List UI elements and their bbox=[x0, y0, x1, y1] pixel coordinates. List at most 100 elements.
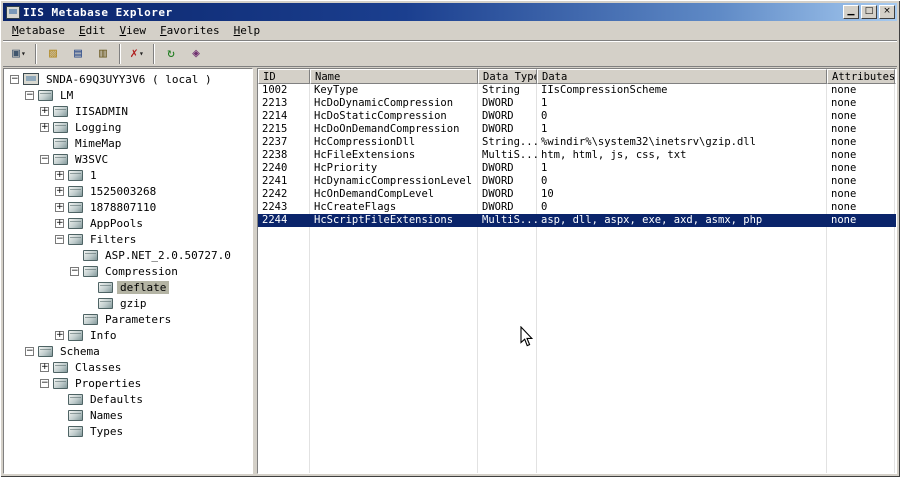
menu-help[interactable]: Help bbox=[227, 22, 268, 40]
collapse-icon[interactable]: − bbox=[40, 378, 49, 388]
tree-item-label[interactable]: Compression bbox=[102, 265, 181, 278]
table-row-2243[interactable]: 2243 HcCreateFlags DWORD 0 none bbox=[258, 201, 896, 214]
tree-item-label[interactable]: LM bbox=[57, 89, 76, 102]
tree-item-label[interactable]: 1525003268 bbox=[87, 185, 159, 198]
tree-item-deflate[interactable]: deflate bbox=[6, 279, 252, 295]
cell-data-type: String bbox=[482, 84, 520, 96]
collapse-icon[interactable]: − bbox=[55, 234, 64, 244]
tree-item-label[interactable]: Parameters bbox=[102, 313, 174, 326]
menu-metabase[interactable]: Metabase bbox=[5, 22, 72, 40]
new-key-button[interactable]: ▨ bbox=[41, 43, 65, 65]
tree-item-label[interactable]: MimeMap bbox=[72, 137, 124, 150]
cell-id: 2238 bbox=[262, 149, 288, 161]
tree-item-defaults[interactable]: Defaults bbox=[6, 391, 252, 407]
refresh-button[interactable]: ↻ bbox=[159, 43, 183, 65]
tree-item-1878807110[interactable]: +1878807110 bbox=[6, 199, 252, 215]
tree-item-label[interactable]: Classes bbox=[72, 361, 124, 374]
network-button[interactable]: ◈ bbox=[184, 43, 208, 65]
column-header-data[interactable]: Data bbox=[537, 69, 827, 84]
cell-data: asp, dll, aspx, exe, axd, asmx, php bbox=[541, 214, 763, 226]
tree-item-iisadmin[interactable]: + IISADMIN bbox=[6, 103, 252, 119]
collapse-icon[interactable]: − bbox=[70, 266, 79, 276]
tree-item-info[interactable]: + Info bbox=[6, 327, 252, 343]
tree-item-label[interactable]: ASP.NET_2.0.50727.0 bbox=[102, 249, 234, 262]
delete-button[interactable]: ✗ ▾ bbox=[125, 43, 149, 65]
column-header-id[interactable]: ID bbox=[258, 69, 310, 84]
expand-icon[interactable]: + bbox=[55, 330, 64, 340]
expand-icon[interactable]: + bbox=[40, 122, 49, 132]
table-row-2240[interactable]: 2240 HcPriority DWORD 1 none bbox=[258, 162, 896, 175]
collapse-icon[interactable]: − bbox=[25, 90, 34, 100]
tree-item-parameters[interactable]: Parameters bbox=[6, 311, 252, 327]
tree-item-label[interactable]: Properties bbox=[72, 377, 144, 390]
tree-item-mimemap[interactable]: MimeMap bbox=[6, 135, 252, 151]
tree-item-label[interactable]: SNDA-69Q3UYY3V6 ( local ) bbox=[43, 73, 215, 86]
tree-item-label[interactable]: Info bbox=[87, 329, 120, 342]
table-row-2214[interactable]: 2214 HcDoStaticCompression DWORD 0 none bbox=[258, 110, 896, 123]
tree-item-compression[interactable]: − Compression bbox=[6, 263, 252, 279]
expand-icon[interactable]: + bbox=[55, 218, 64, 228]
table-row-2242[interactable]: 2242 HcOnDemandCompLevel DWORD 10 none bbox=[258, 188, 896, 201]
table-row-2238[interactable]: 2238 HcFileExtensions MultiS... htm, html, … bbox=[258, 149, 896, 162]
tree-item-names[interactable]: Names bbox=[6, 407, 252, 423]
tree-item-label[interactable]: Defaults bbox=[87, 393, 146, 406]
tree-item-label[interactable]: Logging bbox=[72, 121, 124, 134]
collapse-icon[interactable]: − bbox=[40, 154, 49, 164]
tree-item-label[interactable]: Names bbox=[87, 409, 126, 422]
tree-item-label[interactable]: Types bbox=[87, 425, 126, 438]
tree-item-label[interactable]: 1 bbox=[87, 169, 100, 182]
tree-item-label[interactable]: 1878807110 bbox=[87, 201, 159, 214]
menu-favorites[interactable]: Favorites bbox=[153, 22, 227, 40]
tree-item-logging[interactable]: + Logging bbox=[6, 119, 252, 135]
maximize-button[interactable]: □ bbox=[861, 5, 877, 19]
table-row-2244[interactable]: 2244 HcScriptFileExtensions MultiS... asp, … bbox=[258, 214, 896, 227]
table-row-2237[interactable]: 2237 HcCompressionDll String... %windir%\sy… bbox=[258, 136, 896, 149]
cell-data-type: DWORD bbox=[482, 123, 514, 135]
tree-item-snda-69q3uyy3v6-local[interactable]: − SNDA-69Q3UYY3V6 ( local ) bbox=[6, 71, 252, 87]
tree-item-label[interactable]: deflate bbox=[117, 280, 170, 294]
expand-icon[interactable]: + bbox=[55, 186, 64, 196]
tree-item-properties[interactable]: − Properties bbox=[6, 375, 252, 391]
column-header-data-type[interactable]: Data Type bbox=[478, 69, 537, 84]
table-row-2215[interactable]: 2215 HcDoOnDemandCompression DWORD 1 none bbox=[258, 123, 896, 136]
paste-button[interactable]: ▥ bbox=[91, 43, 115, 65]
expand-icon[interactable]: + bbox=[55, 170, 64, 180]
menu-view[interactable]: View bbox=[112, 22, 153, 40]
tree-item-label[interactable]: W3SVC bbox=[72, 153, 111, 166]
cell-name: HcCreateFlags bbox=[314, 201, 397, 213]
column-header-name[interactable]: Name bbox=[310, 69, 478, 84]
menu-edit[interactable]: Edit bbox=[72, 22, 113, 40]
collapse-icon[interactable]: − bbox=[10, 74, 19, 84]
table-row-2213[interactable]: 2213 HcDoDynamicCompression DWORD 1 none bbox=[258, 97, 896, 110]
minimize-button[interactable]: ▁ bbox=[843, 5, 859, 19]
db-icon bbox=[83, 313, 98, 325]
tree-item-1[interactable]: +1 bbox=[6, 167, 252, 183]
tree-item-types[interactable]: Types bbox=[6, 423, 252, 439]
tree-item-filters[interactable]: − Filters bbox=[6, 231, 252, 247]
expand-icon[interactable]: + bbox=[40, 362, 49, 372]
db-icon bbox=[68, 329, 83, 341]
tree-item-classes[interactable]: + Classes bbox=[6, 359, 252, 375]
tree-item-schema[interactable]: − Schema bbox=[6, 343, 252, 359]
tree-item-asp-net-2-0-50727-0[interactable]: ASP.NET_2.0.50727.0 bbox=[6, 247, 252, 263]
tree-item-label[interactable]: AppPools bbox=[87, 217, 146, 230]
tree-item-apppools[interactable]: + AppPools bbox=[6, 215, 252, 231]
tree-item-label[interactable]: gzip bbox=[117, 297, 150, 310]
collapse-icon[interactable]: − bbox=[25, 346, 34, 356]
expand-icon[interactable]: + bbox=[55, 202, 64, 212]
close-button[interactable]: × bbox=[879, 5, 895, 19]
tree-item-label[interactable]: Schema bbox=[57, 345, 103, 358]
table-row-1002[interactable]: 1002 KeyType String IIsCompressionScheme non… bbox=[258, 84, 896, 97]
tree-item-w3svc[interactable]: − W3SVC bbox=[6, 151, 252, 167]
column-header-attributes[interactable]: Attributes bbox=[827, 69, 895, 84]
table-row-2241[interactable]: 2241 HcDynamicCompressionLevel DWORD 0 none bbox=[258, 175, 896, 188]
expand-icon[interactable]: + bbox=[40, 106, 49, 116]
tree-item-label[interactable]: Filters bbox=[87, 233, 139, 246]
cell-name: HcCompressionDll bbox=[314, 136, 416, 148]
connect-button[interactable]: ▣ ▾ bbox=[7, 43, 31, 65]
tree-item-1525003268[interactable]: +1525003268 bbox=[6, 183, 252, 199]
tree-item-gzip[interactable]: gzip bbox=[6, 295, 252, 311]
tree-item-lm[interactable]: − LM bbox=[6, 87, 252, 103]
copy-button[interactable]: ▤ bbox=[66, 43, 90, 65]
tree-item-label[interactable]: IISADMIN bbox=[72, 105, 131, 118]
